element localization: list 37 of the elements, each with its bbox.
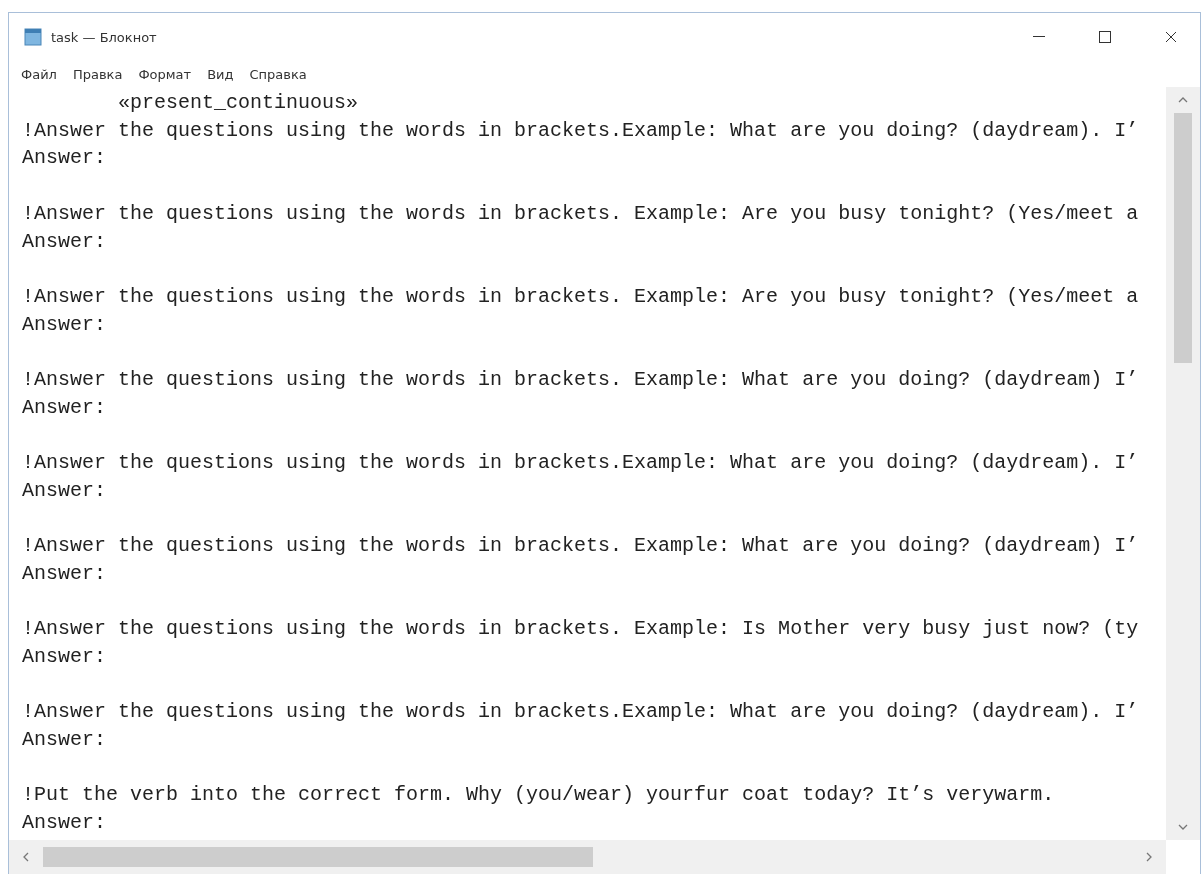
menu-item[interactable]: Правка <box>66 64 129 84</box>
answer-label: Answer: <box>22 478 106 502</box>
scrollbar-thumb[interactable] <box>43 847 593 867</box>
question-text: !Put the verb into the correct form. Why (you/wear) yourfur coat today? It’s verywarm. <box>22 783 1055 807</box>
answer-label: Answer: <box>22 728 106 752</box>
answer-label: Answer: <box>22 229 106 253</box>
document-heading: «present_continuous» <box>117 91 359 114</box>
answer-label: Answer: <box>22 644 106 668</box>
menu-item[interactable]: Справка <box>243 64 313 84</box>
chevron-up-icon <box>1178 95 1188 105</box>
menu-item[interactable]: Файл <box>15 64 63 84</box>
minimize-icon <box>1033 36 1045 38</box>
scrollbar-thumb[interactable] <box>1174 113 1192 363</box>
answer-label: Answer: <box>22 561 106 585</box>
answer-label: Answer: <box>22 811 106 835</box>
chevron-left-icon <box>21 852 31 862</box>
answer-label: Answer: <box>22 395 106 419</box>
answer-label: Answer: <box>22 146 106 170</box>
question-text: !Answer the questions using the words in brackets.Example: What are you doing? (daydream). I’ <box>22 700 1139 724</box>
horizontal-scrollbar[interactable] <box>9 840 1166 874</box>
question-text: !Answer the questions using the words in brackets. Example: Are you busy tonight? (Yes/meet a <box>22 284 1139 308</box>
notepad-icon <box>23 27 43 47</box>
menu-item[interactable]: Формат <box>132 64 198 84</box>
question-text: !Answer the questions using the words in brackets.Example: What are you doing? (daydream). I’ <box>22 451 1139 475</box>
question-text: !Answer the questions using the words in brackets. Example: Are you busy tonight? (Yes/meet a <box>22 201 1139 225</box>
chevron-right-icon <box>1144 852 1154 862</box>
question-text: !Answer the questions using the words in brackets. Example: Is Mother very busy just now? (ty <box>22 617 1139 641</box>
answer-label: Answer: <box>22 312 106 336</box>
window-title: task — Блокнот <box>51 29 158 45</box>
chevron-down-icon <box>1178 822 1188 832</box>
menu-item[interactable]: Вид <box>201 64 240 84</box>
question-text: !Answer the questions using the words in brackets. Example: What are you doing? (daydream) I’ <box>22 534 1139 558</box>
maximize-icon <box>1099 31 1111 43</box>
question-text: !Answer the questions using the words in brackets.Example: What are you doing? (daydream). I’ <box>22 118 1139 142</box>
vertical-scrollbar[interactable] <box>1166 87 1200 840</box>
question-text: !Answer the questions using the words in brackets. Example: What are you doing? (daydream) I’ <box>22 368 1139 391</box>
close-icon <box>1165 31 1177 43</box>
